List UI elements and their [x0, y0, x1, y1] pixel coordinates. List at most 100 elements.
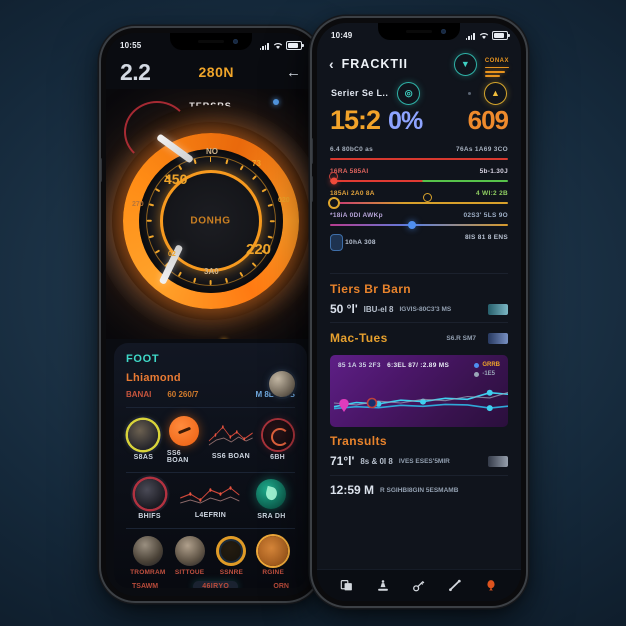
- meter-widget: CONAX: [484, 49, 509, 79]
- cards-row-2: BHIFS L4EFRIN SRA DH: [126, 479, 295, 520]
- tires-section: Tiers Br Barn 50 °l' IBU-eI 8 IGVIS-80C3…: [317, 282, 521, 316]
- gauge-panel: TERSRS ERES Iu 450 NO: [106, 89, 315, 339]
- series-selector-label[interactable]: Serier Se L..: [331, 88, 388, 98]
- transits-value-1: 71°l': [330, 454, 355, 468]
- chart-panel[interactable]: 85 1A 35 2F3 6:3EL 87/ :2.89 MS GRRB -1E…: [330, 355, 508, 427]
- target-icon[interactable]: ◎: [397, 81, 421, 105]
- progress-track-split[interactable]: [329, 172, 508, 185]
- transits-section: Transults 71°l' 8s & 0I 8 IVES ESES'5MIR…: [317, 434, 521, 497]
- mac-row[interactable]: Mac-Tues S6.R SM7: [330, 329, 508, 347]
- right-divider-2: [330, 322, 508, 323]
- avatar-item[interactable]: SITTOUE: [170, 536, 210, 576]
- transits-row-2[interactable]: 12:59 M R SGIHBI8GIN 5ESMAMB: [330, 483, 508, 497]
- gauge-label-3: 020: [278, 197, 290, 204]
- panel-divider-2: [126, 472, 295, 473]
- avatar-row: TROMRAM SITTOUE SSNRE RGINE: [126, 536, 295, 576]
- tag-teal-icon: [488, 303, 508, 315]
- gauge-label-7: 270: [132, 201, 144, 208]
- progress-track-mixed[interactable]: [330, 221, 508, 229]
- card-label: BHIFS: [138, 513, 161, 520]
- card-item[interactable]: BHIFS: [126, 479, 173, 520]
- card-sparkline[interactable]: L4EFRIN: [179, 480, 242, 519]
- progress-track-red[interactable]: [330, 158, 508, 160]
- chart-pin-marker: [339, 399, 349, 412]
- spark-line-icon: [180, 486, 240, 504]
- key-icon[interactable]: [412, 579, 426, 592]
- chart-data-point: [486, 405, 493, 412]
- volume-down-button[interactable]: [312, 176, 313, 202]
- stat-right: 8IS 81 8 ENS: [465, 234, 508, 241]
- user-avatar-icon[interactable]: [269, 371, 295, 397]
- transits-row-1[interactable]: 71°l' 8s & 0I 8 IVES ESES'5MIR: [330, 454, 508, 468]
- tag-icon: [330, 234, 343, 251]
- card-sparkline[interactable]: SS6 BOAN: [208, 421, 254, 460]
- meter-label: CONAX: [484, 57, 509, 64]
- volume-up-button[interactable]: [312, 138, 313, 164]
- bone-icon[interactable]: [448, 579, 462, 592]
- copy-icon[interactable]: [340, 579, 354, 592]
- slider-knob-red[interactable]: [330, 177, 338, 185]
- card-item[interactable]: S8AS: [126, 419, 161, 461]
- arrow-left-icon[interactable]: ←: [286, 65, 301, 80]
- chart-series-line: [333, 403, 508, 410]
- right-status-time: 10:49: [331, 31, 353, 40]
- spark-line-icon: [169, 416, 200, 446]
- right-status-indicators: [465, 31, 510, 40]
- card-item[interactable]: SRA DH: [248, 479, 295, 520]
- power-button[interactable]: [525, 158, 526, 202]
- tag-grey-icon: [488, 455, 508, 467]
- left-info-panel: FOOT Lhiamond BANAI 60 260/7 M 8L5UCS S8…: [114, 343, 307, 588]
- card-item[interactable]: SS6 BOAN: [167, 416, 202, 464]
- transits-detail-1: IVES ESES'5MIR: [398, 457, 450, 465]
- card-item[interactable]: 6BH: [260, 419, 295, 461]
- chevron-down-circle-icon[interactable]: ▼: [453, 52, 477, 76]
- right-header: ‹ FRACKTII ▼ CONAX: [317, 47, 521, 81]
- progress-track-yellow[interactable]: [327, 193, 508, 209]
- triangle-up-circle-icon[interactable]: ▲: [484, 81, 507, 105]
- big-number-second: 0%: [388, 107, 423, 135]
- marker-ring-icon: [422, 193, 432, 202]
- mac-heading: Mac-Tues: [330, 331, 388, 345]
- gauge-label-0: 450: [164, 171, 188, 187]
- panel-divider-3: [126, 528, 295, 529]
- signal-bars-icon: [259, 43, 269, 50]
- chart-data-point: [486, 389, 493, 396]
- gauge-center-label: DONHG: [190, 215, 231, 227]
- avatar-item[interactable]: RGINE: [253, 536, 293, 576]
- avatar-item[interactable]: SSNRE: [212, 536, 252, 576]
- footer-right-label: ORN: [273, 583, 289, 588]
- slider-knob-yellow[interactable]: [327, 197, 340, 209]
- person-avatar-icon: [174, 536, 205, 566]
- card-label: SS6 BOAN: [166, 450, 189, 464]
- stamp-icon[interactable]: [376, 579, 390, 592]
- panel-meta-row: BANAI 60 260/7 M 8L5UCS: [126, 390, 295, 399]
- stat-row: 6.4 80bC0 as 76As 1A69 3CO: [330, 146, 508, 153]
- right-phone-device: 10:49 ‹ FRACKTII ▼ CONAX Serier Se L.. ◎…: [312, 18, 526, 606]
- tires-row[interactable]: 50 °l' IBU-eI 8 IGVIS-80C3'3 MS: [330, 302, 508, 316]
- meter-bars-icon: [484, 66, 509, 77]
- balloon-icon[interactable]: [484, 579, 498, 592]
- slider-knob-blue[interactable]: [407, 221, 416, 229]
- footer-chip[interactable]: 46IRYO: [193, 581, 239, 588]
- stat-right: 02S3' 5LS 9O: [463, 212, 508, 219]
- big-numbers-row: 15:2 0% 609: [330, 105, 509, 135]
- status-dot-icon: [273, 99, 279, 105]
- gauge-tick: [209, 157, 212, 221]
- big-number-first: 15:2: [330, 105, 381, 135]
- tires-heading: Tiers Br Barn: [330, 282, 412, 296]
- card-label: 6BH: [270, 453, 286, 461]
- speaker-slot: [406, 29, 432, 33]
- avatar-item[interactable]: TROMRAM: [128, 536, 168, 576]
- spark-line-icon: [208, 424, 253, 445]
- stat-row: 10hA 308 8IS 81 8 ENS: [330, 234, 508, 251]
- stat-left: 185Ai 2A0 8A: [330, 190, 375, 197]
- gold-ring-icon: [216, 536, 247, 566]
- big-number-third: 609: [467, 105, 509, 135]
- chevron-left-icon[interactable]: ‹: [329, 56, 334, 72]
- footer-left-label: TSAWM: [132, 583, 159, 588]
- transits-value-2: 12:59 M: [330, 483, 375, 497]
- left-phone-side-button[interactable]: [101, 158, 102, 182]
- tires-value: 50 °l': [330, 302, 358, 316]
- dial-gauge-icon: [128, 419, 159, 450]
- person-avatar-icon: [132, 536, 163, 566]
